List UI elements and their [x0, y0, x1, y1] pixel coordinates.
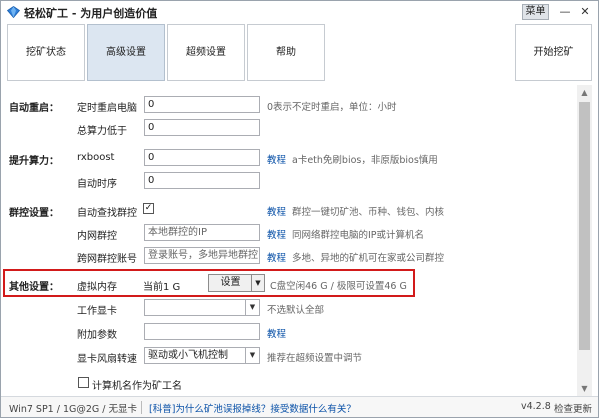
- extra-params-tutorial-link[interactable]: 教程: [267, 326, 286, 340]
- tab-bar: 挖矿状态 高级设置 超频设置 帮助 开始挖矿: [7, 23, 592, 83]
- wan-cluster-label: 跨网群控账号: [77, 254, 137, 265]
- auto-find-hint: 群控一键切矿池、币种、钱包、内核: [292, 207, 445, 218]
- wan-hint: 多地、异地的矿机可在家或公司群控: [292, 253, 445, 264]
- virtual-memory-label: 虚拟内存: [77, 282, 117, 293]
- extra-params-label: 附加参数: [77, 330, 117, 341]
- wan-cluster-input[interactable]: 登录账号，多地异地群控: [144, 247, 260, 264]
- extra-params-input[interactable]: [144, 323, 260, 340]
- fan-speed-value: 驱动或小飞机控制: [148, 350, 228, 361]
- chevron-down-icon: ▼: [245, 348, 259, 363]
- tab-help[interactable]: 帮助: [247, 24, 325, 81]
- auto-timing-input[interactable]: 0: [144, 172, 260, 189]
- rxboost-input[interactable]: 0: [144, 149, 260, 166]
- system-info: Win7 SP1 / 1G@2G / 无显卡: [9, 404, 138, 415]
- auto-find-cluster-checkbox[interactable]: ✓: [143, 203, 154, 214]
- work-gpu-label: 工作显卡: [77, 306, 117, 317]
- tab-advanced-settings[interactable]: 高级设置: [87, 24, 165, 81]
- app-window: 轻松矿工 - 为用户创造价值 菜单 — ✕ 挖矿状态 高级设置 超频设置 帮助 …: [0, 0, 599, 418]
- auto-find-tutorial-link[interactable]: 教程: [267, 204, 286, 218]
- rxboost-tutorial-link[interactable]: 教程: [267, 152, 286, 166]
- start-mining-button[interactable]: 开始挖矿: [515, 24, 592, 81]
- section-boost: 提升算力：: [9, 156, 59, 167]
- chevron-down-icon: ▼: [245, 300, 259, 315]
- scroll-down-icon[interactable]: ▼: [577, 381, 592, 396]
- news-link[interactable]: [科普]为什么矿池误报掉线？接受数据什么有关？: [149, 401, 356, 415]
- virtual-memory-set-button[interactable]: 设置 ▼: [208, 274, 265, 292]
- minimize-button[interactable]: —: [557, 3, 573, 20]
- fan-speed-hint: 推荐在超频设置中调节: [267, 353, 363, 364]
- use-hostname-label: 计算机名作为矿工名: [92, 381, 182, 392]
- status-divider: [141, 401, 142, 414]
- version-label: v4.2.8: [521, 401, 551, 412]
- section-auto-restart: 自动重启：: [9, 103, 59, 114]
- scroll-thumb[interactable]: [579, 102, 590, 350]
- close-button[interactable]: ✕: [577, 3, 593, 20]
- fan-speed-select[interactable]: 驱动或小飞机控制 ▼: [144, 347, 260, 364]
- virtual-memory-info: C盘空闲46 G / 极限可设置46 G: [270, 281, 407, 292]
- lan-tutorial-link[interactable]: 教程: [267, 227, 286, 241]
- work-gpu-select[interactable]: ▼: [144, 299, 260, 316]
- section-cluster: 群控设置：: [9, 208, 59, 219]
- lan-cluster-label: 内网群控: [77, 231, 117, 242]
- auto-find-cluster-label: 自动查找群控: [77, 208, 137, 219]
- window-title: 轻松矿工 - 为用户创造价值: [24, 7, 158, 20]
- rxboost-label: rxboost: [77, 152, 115, 163]
- check-update-link[interactable]: 检查更新: [554, 401, 592, 415]
- use-hostname-checkbox[interactable]: [78, 377, 89, 388]
- wan-tutorial-link[interactable]: 教程: [267, 250, 286, 264]
- title-bar: 轻松矿工 - 为用户创造价值 菜单 — ✕: [1, 1, 598, 23]
- timed-restart-label: 定时重启电脑: [77, 103, 137, 114]
- menu-button[interactable]: 菜单: [522, 4, 549, 20]
- auto-timing-label: 自动时序: [77, 179, 117, 190]
- timed-restart-hint: 0表示不定时重启，单位：小时: [267, 102, 397, 113]
- fan-speed-label: 显卡风扇转速: [77, 354, 137, 365]
- virtual-memory-current: 当前1 G: [143, 282, 181, 293]
- app-logo-icon: [7, 6, 20, 18]
- total-hashrate-input[interactable]: 0: [144, 119, 260, 136]
- timed-restart-input[interactable]: 0: [144, 96, 260, 113]
- total-hashrate-label: 总算力低于: [77, 126, 127, 137]
- set-button-label: 设置: [220, 277, 241, 288]
- lan-hint: 同网络群控电脑的IP或计算机名: [292, 230, 425, 241]
- lan-cluster-input[interactable]: 本地群控的IP: [144, 224, 260, 241]
- status-bar: Win7 SP1 / 1G@2G / 无显卡 [科普]为什么矿池误报掉线？接受数…: [1, 396, 598, 417]
- work-gpu-hint: 不选默认全部: [267, 305, 325, 316]
- tab-overclock-settings[interactable]: 超频设置: [167, 24, 245, 81]
- rxboost-hint: a卡eth免刷bios，非原版bios慎用: [292, 155, 438, 166]
- advanced-settings-panel: 自动重启： 定时重启电脑 0 0表示不定时重启，单位：小时 总算力低于 0 提升…: [3, 85, 575, 397]
- section-other: 其他设置：: [9, 282, 59, 293]
- scroll-up-icon[interactable]: ▲: [577, 85, 592, 100]
- chevron-down-icon[interactable]: ▼: [251, 275, 264, 291]
- tab-mining-status[interactable]: 挖矿状态: [7, 24, 85, 81]
- vertical-scrollbar[interactable]: ▲ ▼: [577, 85, 592, 396]
